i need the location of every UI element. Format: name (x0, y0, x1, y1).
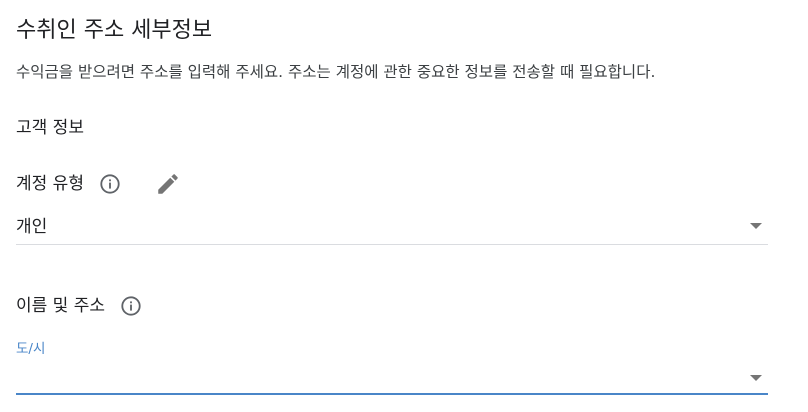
account-type-info-icon[interactable] (98, 172, 122, 196)
name-address-info-icon[interactable] (119, 294, 143, 318)
city-field-label: 도/시 (16, 341, 46, 357)
account-type-value: 개인 (16, 217, 48, 237)
customer-info-heading: 고객 정보 (16, 118, 84, 138)
address-details-page: 수취인 주소 세부정보 수익금을 받으려면 주소를 입력해 주세요. 주소는 계… (0, 0, 808, 412)
page-title: 수취인 주소 세부정보 (16, 18, 213, 43)
account-type-label-row: 계정 유형 (16, 170, 182, 198)
account-type-label: 계정 유형 (16, 174, 84, 194)
account-type-select[interactable]: 개인 (16, 211, 768, 245)
city-select[interactable] (16, 362, 768, 395)
page-description: 수익금을 받으려면 주소를 입력해 주세요. 주소는 계정에 관한 중요한 정보… (16, 63, 656, 81)
name-address-label: 이름 및 주소 (16, 296, 106, 316)
dropdown-arrow-icon (750, 223, 762, 229)
name-address-label-row: 이름 및 주소 (16, 292, 143, 320)
dropdown-arrow-icon (750, 375, 762, 381)
edit-pencil-icon[interactable] (154, 170, 182, 198)
